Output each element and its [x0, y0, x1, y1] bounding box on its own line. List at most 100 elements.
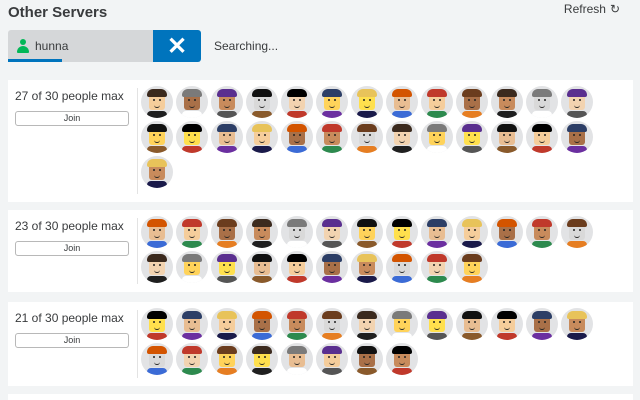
player-avatar[interactable]: [281, 121, 313, 153]
player-avatar[interactable]: [246, 251, 278, 283]
divider: [137, 88, 138, 194]
player-avatar[interactable]: [246, 121, 278, 153]
player-avatar-list: [141, 308, 611, 375]
search-input[interactable]: hunna: [8, 30, 153, 62]
player-avatar[interactable]: [316, 308, 348, 340]
search-underline: [8, 59, 62, 62]
refresh-icon: ↻: [609, 2, 620, 16]
player-avatar[interactable]: [141, 308, 173, 340]
player-avatar[interactable]: [386, 251, 418, 283]
player-avatar[interactable]: [176, 251, 208, 283]
player-avatar[interactable]: [421, 86, 453, 118]
player-avatar[interactable]: [316, 343, 348, 375]
player-avatar[interactable]: [421, 216, 453, 248]
player-avatar[interactable]: [281, 343, 313, 375]
player-avatar[interactable]: [386, 121, 418, 153]
player-avatar[interactable]: [526, 86, 558, 118]
player-avatar[interactable]: [141, 121, 173, 153]
server-player-count: 21 of 30 people max: [15, 311, 124, 325]
player-avatar[interactable]: [176, 343, 208, 375]
player-avatar[interactable]: [141, 216, 173, 248]
player-avatar[interactable]: [561, 308, 593, 340]
player-avatar[interactable]: [141, 156, 173, 188]
server-card: 21 of 30 people max Join: [8, 302, 633, 386]
server-card: 27 of 30 people max Join: [8, 80, 633, 202]
player-avatar[interactable]: [456, 216, 488, 248]
player-avatar[interactable]: [491, 86, 523, 118]
player-avatar[interactable]: [386, 216, 418, 248]
player-avatar[interactable]: [561, 216, 593, 248]
player-avatar[interactable]: [281, 86, 313, 118]
header: Other Servers Refresh ↻: [0, 0, 640, 28]
player-avatar[interactable]: [176, 216, 208, 248]
server-card: 23 of 30 people max Join: [8, 210, 633, 292]
player-avatar-list: [141, 216, 611, 283]
player-avatar[interactable]: [141, 86, 173, 118]
search-status: Searching...: [214, 39, 279, 53]
player-avatar-list: [141, 86, 611, 188]
player-avatar[interactable]: [386, 343, 418, 375]
player-avatar[interactable]: [491, 121, 523, 153]
search-row: hunna ✕ Searching...: [8, 30, 628, 64]
divider: [137, 310, 138, 378]
refresh-button[interactable]: Refresh ↻: [564, 2, 620, 16]
player-avatar[interactable]: [456, 121, 488, 153]
player-avatar[interactable]: [456, 308, 488, 340]
server-card-partial: [8, 394, 633, 400]
player-avatar[interactable]: [246, 86, 278, 118]
player-avatar[interactable]: [456, 251, 488, 283]
player-avatar[interactable]: [246, 216, 278, 248]
player-avatar[interactable]: [421, 121, 453, 153]
player-avatar[interactable]: [211, 216, 243, 248]
player-avatar[interactable]: [316, 86, 348, 118]
player-avatar[interactable]: [386, 308, 418, 340]
player-avatar[interactable]: [211, 343, 243, 375]
search-value: hunna: [35, 39, 69, 53]
player-avatar[interactable]: [246, 343, 278, 375]
player-avatar[interactable]: [351, 251, 383, 283]
player-avatar[interactable]: [351, 308, 383, 340]
join-button[interactable]: Join: [15, 111, 129, 126]
player-avatar[interactable]: [526, 308, 558, 340]
player-avatar[interactable]: [491, 308, 523, 340]
player-avatar[interactable]: [351, 216, 383, 248]
player-avatar[interactable]: [281, 308, 313, 340]
server-player-count: 23 of 30 people max: [15, 219, 124, 233]
player-avatar[interactable]: [561, 121, 593, 153]
clear-search-button[interactable]: ✕: [153, 30, 201, 62]
server-player-count: 27 of 30 people max: [15, 89, 124, 103]
close-icon: ✕: [166, 32, 188, 60]
player-avatar[interactable]: [211, 251, 243, 283]
player-avatar[interactable]: [351, 121, 383, 153]
player-avatar[interactable]: [211, 308, 243, 340]
player-avatar[interactable]: [421, 308, 453, 340]
player-avatar[interactable]: [526, 121, 558, 153]
player-avatar[interactable]: [351, 86, 383, 118]
player-avatar[interactable]: [561, 86, 593, 118]
player-avatar[interactable]: [491, 216, 523, 248]
divider: [137, 218, 138, 284]
player-avatar[interactable]: [176, 308, 208, 340]
user-icon: [17, 39, 29, 53]
page-title: Other Servers: [8, 4, 108, 21]
player-avatar[interactable]: [526, 216, 558, 248]
player-avatar[interactable]: [351, 343, 383, 375]
player-avatar[interactable]: [176, 121, 208, 153]
player-avatar[interactable]: [316, 216, 348, 248]
refresh-label: Refresh: [563, 2, 606, 16]
player-avatar[interactable]: [316, 251, 348, 283]
player-avatar[interactable]: [246, 308, 278, 340]
player-avatar[interactable]: [421, 251, 453, 283]
player-avatar[interactable]: [316, 121, 348, 153]
player-avatar[interactable]: [386, 86, 418, 118]
player-avatar[interactable]: [176, 86, 208, 118]
player-avatar[interactable]: [141, 251, 173, 283]
player-avatar[interactable]: [281, 216, 313, 248]
player-avatar[interactable]: [141, 343, 173, 375]
join-button[interactable]: Join: [15, 241, 129, 256]
player-avatar[interactable]: [211, 121, 243, 153]
player-avatar[interactable]: [211, 86, 243, 118]
player-avatar[interactable]: [456, 86, 488, 118]
join-button[interactable]: Join: [15, 333, 129, 348]
player-avatar[interactable]: [281, 251, 313, 283]
